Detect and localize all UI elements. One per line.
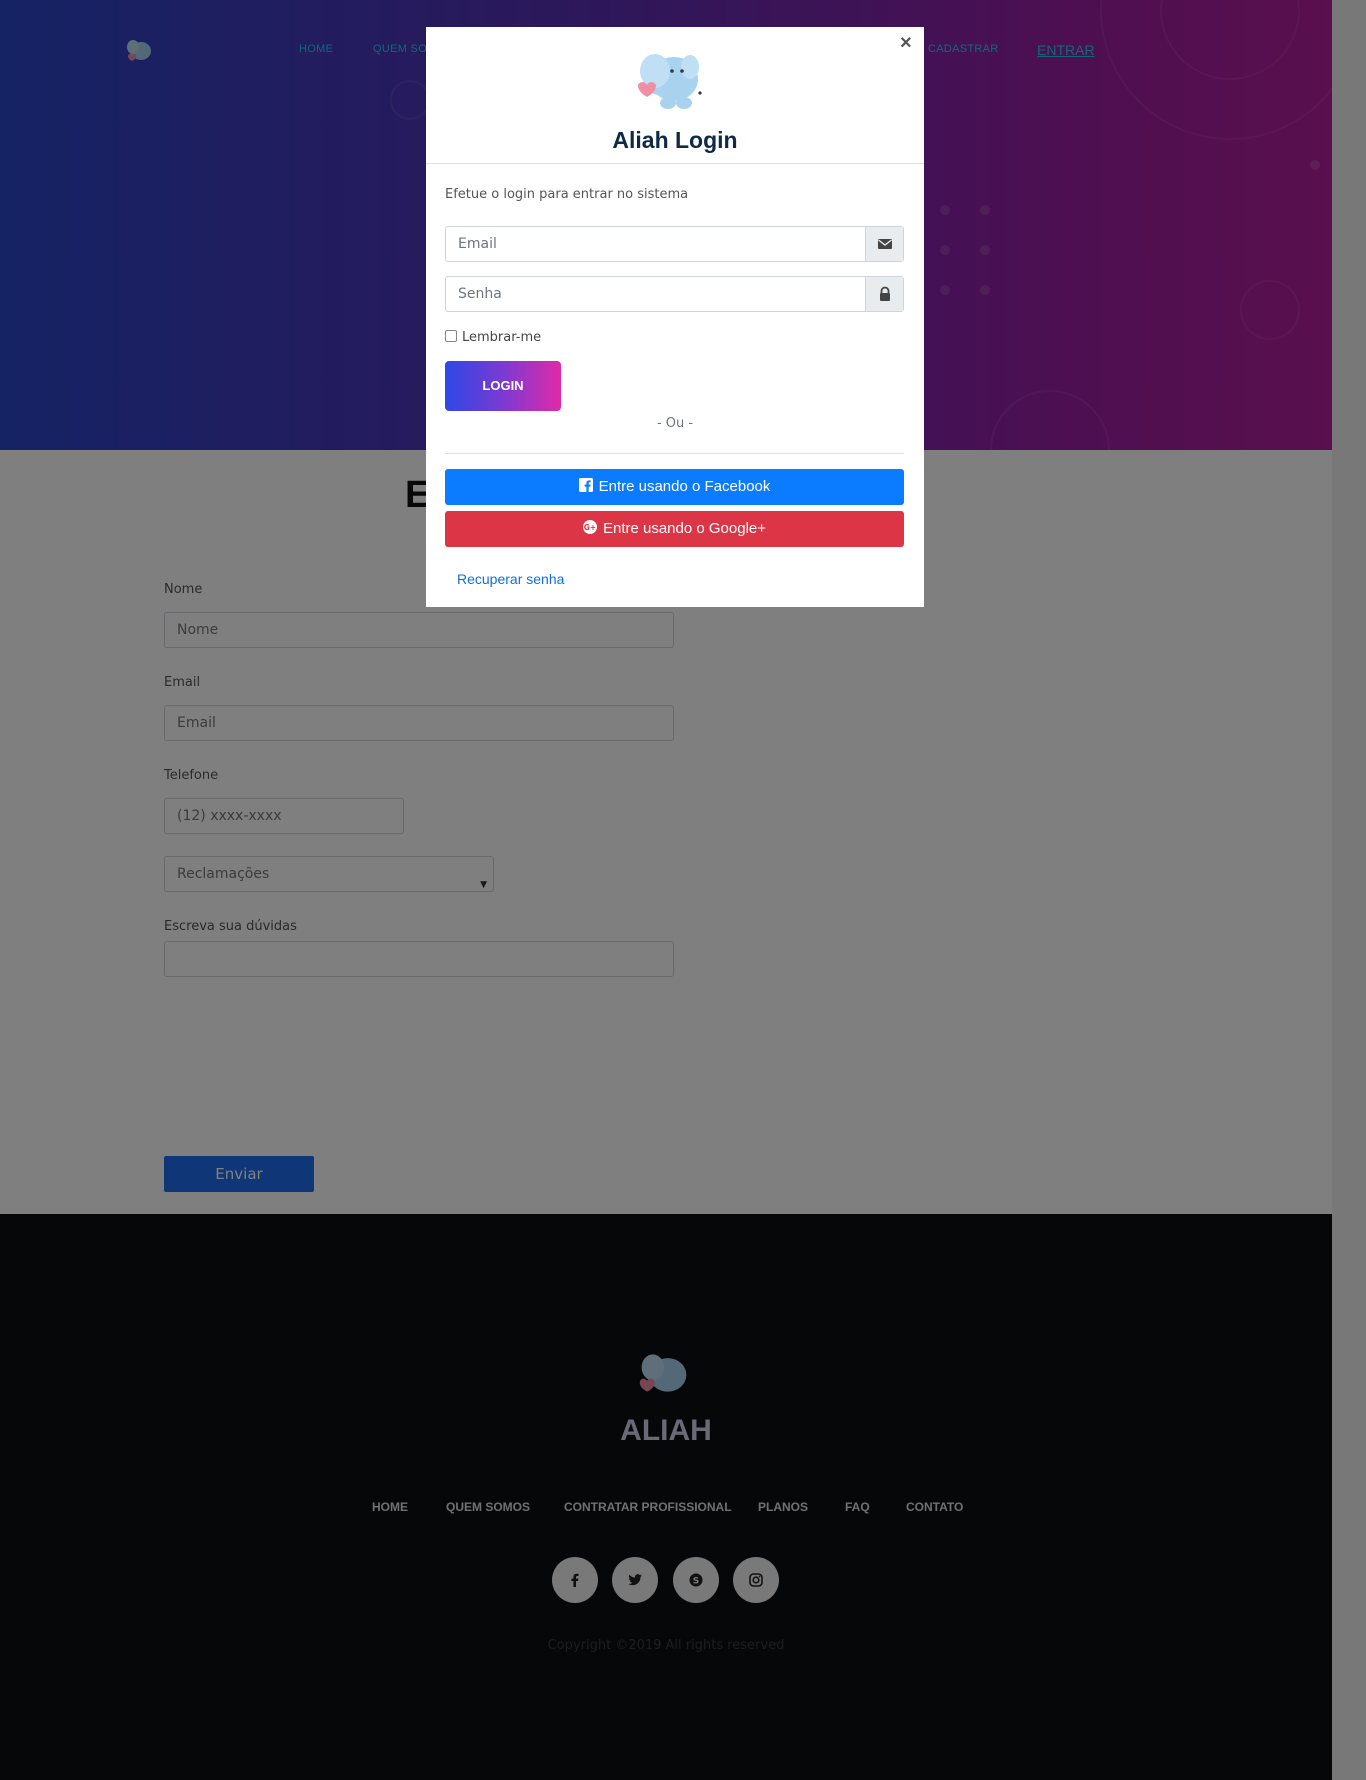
modal-subtitle: Efetue o login para entrar no sistema [445, 187, 689, 202]
login-senha-field[interactable]: Senha [445, 276, 904, 312]
google-login-label: Entre usando o Google+ [602, 520, 767, 537]
envelope-icon [865, 227, 903, 261]
google-login-button[interactable]: G+ Entre usando o Google+ [445, 511, 904, 547]
google-plus-icon: G+ [582, 520, 597, 535]
facebook-login-button[interactable]: Entre usando o Facebook [445, 469, 904, 505]
login-email-field[interactable]: Email [445, 226, 904, 262]
divider [445, 453, 904, 454]
login-senha-placeholder: Senha [458, 286, 502, 302]
remember-checkbox[interactable] [445, 330, 457, 342]
login-email-placeholder: Email [458, 236, 497, 252]
svg-text:G+: G+ [584, 523, 596, 532]
or-separator: - Ou - [656, 416, 694, 431]
close-icon[interactable]: × [900, 32, 912, 55]
login-button[interactable]: LOGIN [445, 361, 561, 411]
lock-icon [865, 277, 903, 311]
remember-label[interactable]: Lembrar-me [462, 330, 541, 345]
modal-title: Aliah Login [612, 127, 738, 153]
facebook-login-label: Entre usando o Facebook [598, 478, 771, 495]
recover-password-link[interactable]: Recuperar senha [457, 571, 564, 587]
elephant-logo-icon [638, 54, 702, 109]
facebook-square-icon [578, 478, 593, 493]
modal-header: Aliah Login × [426, 27, 924, 164]
login-modal: Aliah Login × Efetue o login para entrar… [426, 27, 924, 607]
